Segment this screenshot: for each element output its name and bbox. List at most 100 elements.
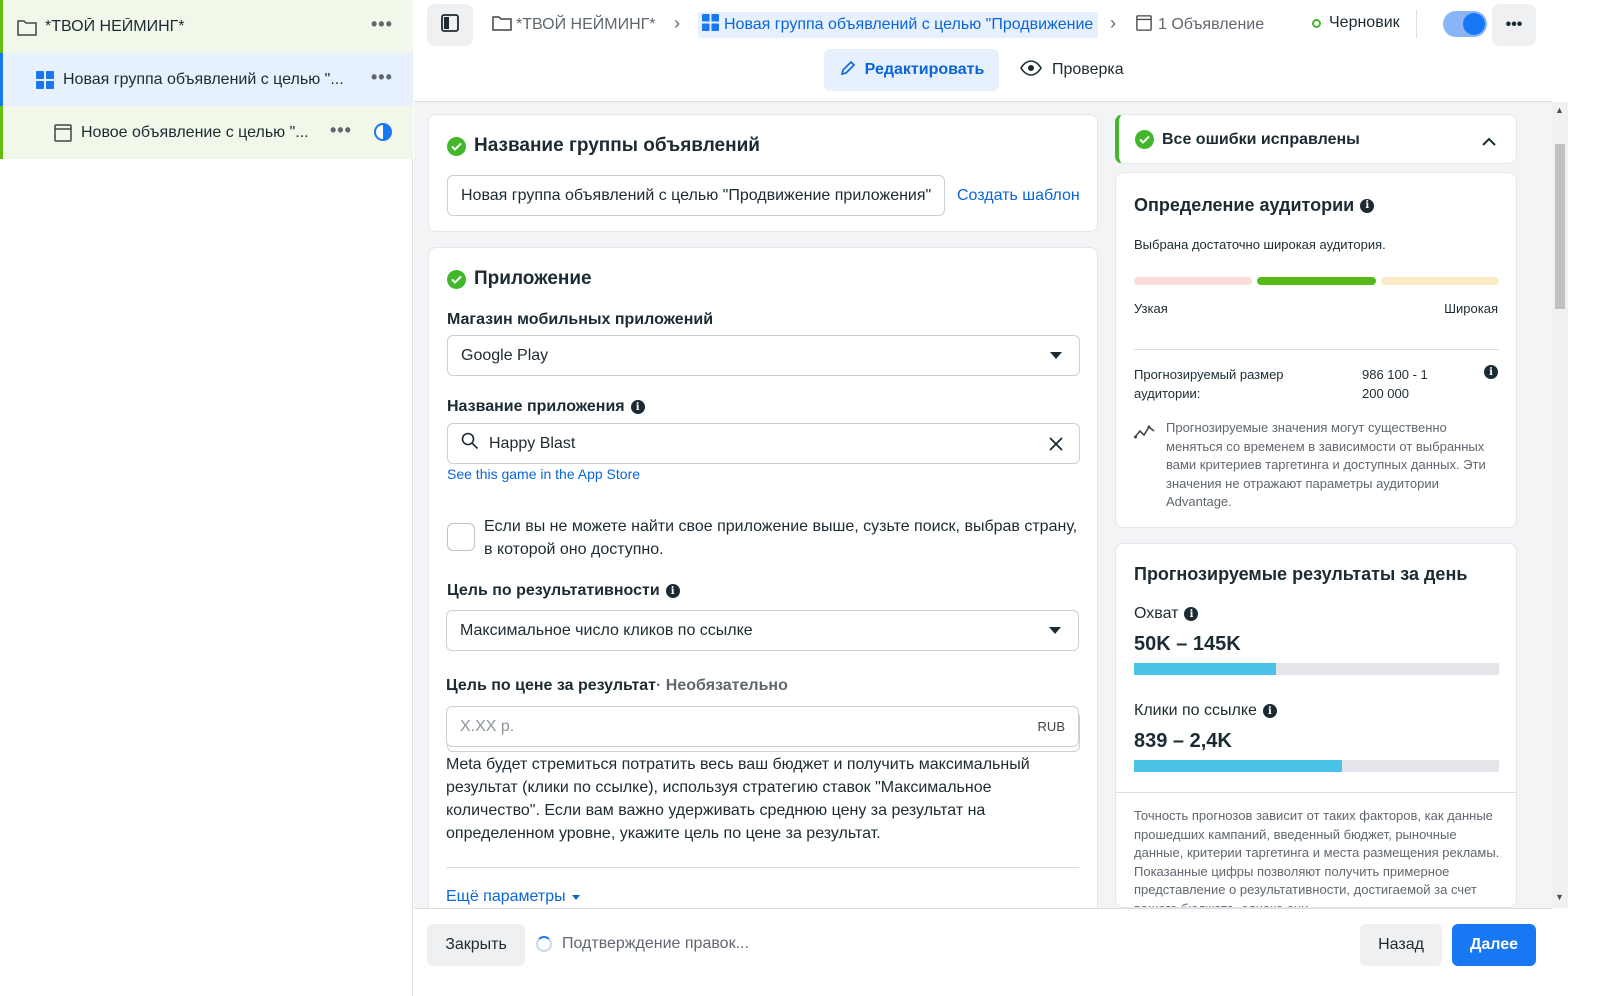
tree-item-ad[interactable]: Новое объявление с целью "... ••• xyxy=(0,106,413,159)
toggle-sidebar-button[interactable] xyxy=(427,4,473,46)
create-template-link[interactable]: Создать шаблон xyxy=(957,187,1080,205)
info-icon[interactable]: i xyxy=(1484,365,1498,379)
audience-size-value: 986 100 - 1 200 000 xyxy=(1362,367,1428,401)
tab-edit[interactable]: Редактировать xyxy=(824,49,999,91)
audience-card: Определение аудитории i Выбрана достаточ… xyxy=(1115,172,1517,528)
store-select[interactable]: Google Play xyxy=(447,335,1080,376)
label-text: Магазин мобильных приложений xyxy=(447,311,714,328)
section-title: Название группы объявлений xyxy=(447,135,760,157)
more-options-button[interactable]: ••• xyxy=(1492,4,1536,46)
info-icon[interactable]: i xyxy=(665,584,680,598)
check-icon xyxy=(1135,130,1154,149)
label-text: Название приложения xyxy=(447,398,625,415)
toggle-knob xyxy=(1463,13,1485,35)
folder-icon xyxy=(17,17,37,37)
input-value: Happy Blast xyxy=(489,434,576,452)
reach-bar xyxy=(1134,663,1499,675)
more-options-icon[interactable]: ••• xyxy=(330,120,352,141)
scroll-down-icon[interactable]: ▼ xyxy=(1555,892,1564,902)
wide-label: Широкая xyxy=(1444,301,1498,316)
tab-label: Редактировать xyxy=(864,61,985,78)
country-checkbox[interactable] xyxy=(447,523,475,551)
status-text: Подтверждение правок... xyxy=(562,935,749,952)
daily-title: Прогнозируемые результаты за день xyxy=(1134,564,1468,584)
label-text: Охват xyxy=(1134,605,1179,622)
audience-subtitle: Выбрана достаточно широкая аудитория. xyxy=(1134,237,1386,252)
info-icon[interactable]: i xyxy=(1360,198,1375,213)
app-store-link[interactable]: See this game in the App Store xyxy=(447,466,640,482)
scroll-up-icon[interactable]: ▲ xyxy=(1555,105,1564,115)
errors-card[interactable]: Все ошибки исправлены xyxy=(1115,114,1517,164)
ad-icon xyxy=(1136,14,1152,36)
status-label: Черновик xyxy=(1329,14,1400,31)
divider xyxy=(1416,10,1417,38)
adset-name-input[interactable]: Новая группа объявлений с целью "Продвиж… xyxy=(447,175,945,216)
saving-status: Подтверждение правок... xyxy=(536,935,749,953)
clicks-label: Клики по ссылке i xyxy=(1134,702,1277,720)
tab-label: Проверка xyxy=(1052,61,1124,78)
app-card: Приложение Магазин мобильных приложений … xyxy=(428,247,1098,908)
daily-results-card: Прогнозируемые результаты за день Охват … xyxy=(1115,543,1517,908)
pencil-icon xyxy=(839,59,857,82)
status-dot-icon xyxy=(1312,18,1321,28)
adset-name-card: Название группы объявлений Новая группа … xyxy=(428,114,1098,232)
caret-down-icon xyxy=(1049,627,1061,634)
info-icon[interactable]: i xyxy=(1262,704,1277,718)
more-params-link[interactable]: Ещё параметры xyxy=(446,888,580,906)
chevron-up-icon[interactable] xyxy=(1482,133,1496,150)
main-scrollbar[interactable]: ▲ ▼ xyxy=(1552,102,1568,908)
audience-note: Прогнозируемые значения могут существенн… xyxy=(1166,420,1486,509)
publish-toggle[interactable] xyxy=(1443,11,1487,37)
breadcrumb-label: *ТВОЙ НЕЙМИНГ* xyxy=(516,16,656,33)
half-circle-status-icon xyxy=(373,122,393,142)
check-icon xyxy=(447,136,466,156)
button-label: Закрыть xyxy=(445,936,507,953)
store-label: Магазин мобильных приложений xyxy=(447,311,713,329)
reach-bar-fill xyxy=(1134,663,1277,675)
narrow-label: Узкая xyxy=(1134,301,1168,316)
scroll-thumb[interactable] xyxy=(1555,144,1565,309)
select-value: Максимальное число кликов по ссылке xyxy=(460,621,753,639)
ad-icon xyxy=(53,123,73,143)
tree-item-label: Новая группа объявлений с целью "... xyxy=(63,70,344,88)
breadcrumb-ad[interactable]: 1 Объявление xyxy=(1136,12,1286,38)
tab-review[interactable]: Проверка xyxy=(1020,49,1124,91)
sidebar-panel-icon xyxy=(441,14,459,36)
chevron-right-icon: › xyxy=(674,13,680,33)
breadcrumb-campaign[interactable]: *ТВОЙ НЕЙМИНГ* xyxy=(492,12,662,38)
section-title-text: Название группы объявлений xyxy=(474,135,760,156)
select-value: Google Play xyxy=(461,346,549,364)
app-search-input[interactable]: Happy Blast xyxy=(447,423,1080,464)
tree-item-label: Новое объявление с целью "... xyxy=(81,123,309,141)
back-button[interactable]: Назад xyxy=(1360,924,1442,966)
meter-wide-segment xyxy=(1381,277,1499,285)
more-options-icon[interactable]: ••• xyxy=(371,67,393,88)
more-options-icon[interactable]: ••• xyxy=(371,14,393,35)
spinner-icon xyxy=(536,936,552,952)
breadcrumb-label: 1 Объявление xyxy=(1158,16,1265,33)
breadcrumb-adset[interactable]: Новая группа объявлений с целью "Продвиж… xyxy=(698,12,1098,38)
tree-item-campaign[interactable]: *ТВОЙ НЕЙМИНГ* ••• xyxy=(0,0,413,53)
input-placeholder: X.XX р. xyxy=(460,717,515,735)
performance-goal-label: Цель по результативности i xyxy=(447,582,680,600)
info-icon[interactable]: i xyxy=(630,400,645,414)
grid-icon xyxy=(702,14,719,36)
breadcrumb-label: Новая группа объявлений с целью "Продвиж… xyxy=(724,16,1098,33)
section-title-text: Приложение xyxy=(474,268,592,289)
clicks-bar-fill xyxy=(1134,760,1343,772)
clear-icon[interactable] xyxy=(1048,436,1064,457)
info-icon[interactable]: i xyxy=(1184,607,1199,621)
cost-goal-input[interactable]: X.XX р. RUB xyxy=(446,706,1079,747)
tree-item-label: *ТВОЙ НЕЙМИНГ* xyxy=(45,17,185,35)
label-text: Цель по результативности xyxy=(447,582,660,599)
window-edge xyxy=(1568,102,1600,996)
button-label: Далее xyxy=(1469,936,1519,953)
next-button[interactable]: Далее xyxy=(1452,924,1536,966)
bottom-bar: Закрыть Подтверждение правок... Назад Да… xyxy=(414,908,1552,996)
performance-goal-select[interactable]: Максимальное число кликов по ссылке xyxy=(446,610,1079,651)
tree-item-adset[interactable]: Новая группа объявлений с целью "... ••• xyxy=(0,53,413,106)
top-bar: *ТВОЙ НЕЙМИНГ* › Новая группа объявлений… xyxy=(414,0,1552,102)
close-button[interactable]: Закрыть xyxy=(427,924,525,966)
daily-disclaimer: Точность прогнозов зависит от таких факт… xyxy=(1134,808,1500,908)
label-text: Клики по ссылке xyxy=(1134,702,1257,719)
